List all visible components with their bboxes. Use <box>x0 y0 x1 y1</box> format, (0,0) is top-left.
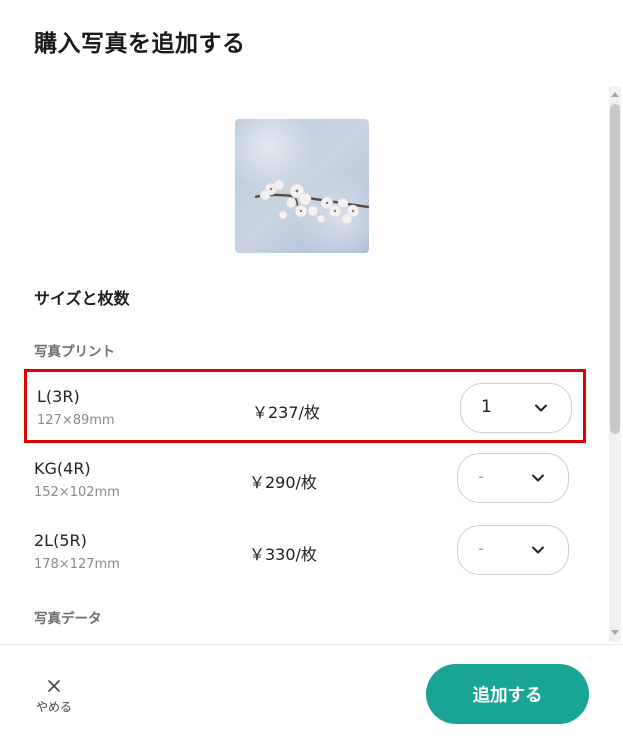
quantity-select[interactable]: - <box>457 525 569 575</box>
scroll-down-arrow-icon[interactable] <box>611 630 619 635</box>
photo-thumbnail <box>235 119 369 253</box>
size-dimensions: 178×127mm <box>34 557 120 572</box>
photo-print-label: 写真プリント <box>34 344 115 360</box>
size-name: L(3R) <box>37 387 80 406</box>
photo-data-label: 写真データ <box>34 611 102 627</box>
chevron-down-icon <box>532 474 544 482</box>
quantity-select[interactable]: 1 <box>460 383 572 433</box>
unit-price: ￥237/枚 <box>252 403 320 422</box>
quantity-value: - <box>478 467 485 487</box>
quantity-select[interactable]: - <box>457 453 569 503</box>
print-option-row-kg4r: KG(4R) 152×102mm ￥290/枚 - <box>24 443 586 517</box>
add-button[interactable]: 追加する <box>426 664 589 724</box>
scroll-up-arrow-icon[interactable] <box>611 92 619 97</box>
quantity-value: 1 <box>481 397 492 417</box>
unit-price: ￥330/枚 <box>249 545 317 564</box>
size-dimensions: 152×102mm <box>34 485 120 500</box>
size-name: KG(4R) <box>34 459 91 478</box>
unit-price: ￥290/枚 <box>249 473 317 492</box>
add-photo-dialog: 購入写真を追加する サイズと枚数 写真プリント L(3R) 127×89mm ￥… <box>0 0 623 740</box>
close-icon <box>48 680 60 692</box>
size-dimensions: 127×89mm <box>37 413 115 428</box>
chevron-down-icon <box>532 546 544 554</box>
chevron-down-icon <box>535 404 547 412</box>
quantity-value: - <box>478 539 485 559</box>
dialog-title: 購入写真を追加する <box>34 31 246 57</box>
print-option-row-l3r: L(3R) 127×89mm ￥237/枚 1 <box>24 369 586 443</box>
print-option-row-2l5r: 2L(5R) 178×127mm ￥330/枚 - <box>24 515 586 589</box>
cancel-button[interactable]: やめる <box>30 678 78 718</box>
scrollbar-thumb[interactable] <box>610 104 620 434</box>
size-and-quantity-heading: サイズと枚数 <box>34 289 130 308</box>
cancel-label: やめる <box>35 700 72 714</box>
size-name: 2L(5R) <box>34 531 87 550</box>
